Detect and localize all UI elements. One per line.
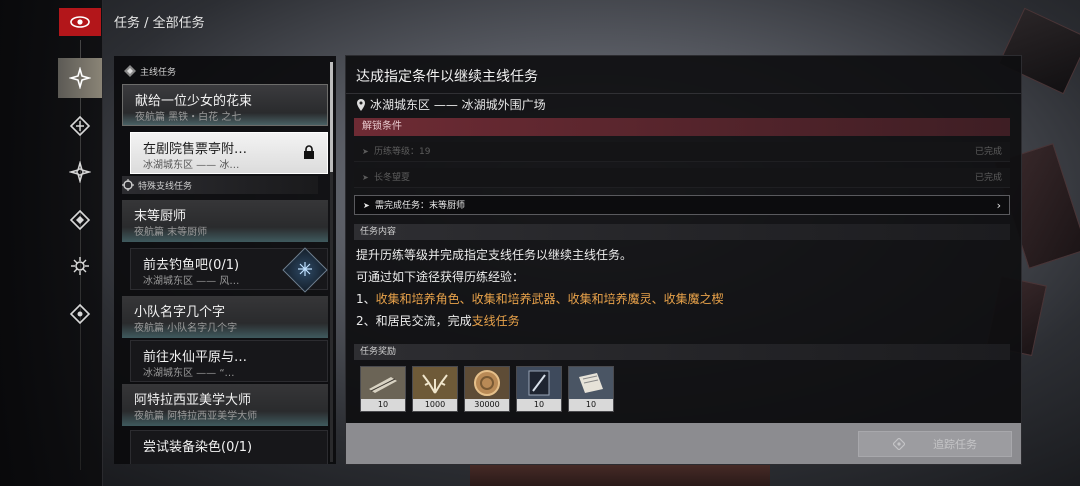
side-quest-header-label: 特殊支线任务 [138,181,193,192]
quest-subtitle: 夜航篇 末等厨师 [134,227,208,238]
quest-detail-title: 达成指定条件以继续主线任务 [356,69,538,85]
lock-icon [304,145,314,159]
reward-slot[interactable]: 10 [568,366,614,412]
quest-title: 小队名字几个字 [134,305,226,320]
quest-location-text: 冰湖城东区 —— 冰湖城外围广场 [370,98,546,112]
quest-subtitle: 夜航篇 黑铁・白花 之七 [135,112,242,123]
quest-title: 前往水仙平原与… [143,350,248,365]
condition-label: 历练等级：19 [374,147,431,157]
main-quest-header: 主线任务 [124,62,176,80]
condition-label: 长冬望夏 [374,173,411,183]
quest-subtitle: 夜航篇 小队名字几个字 [134,323,238,334]
reward-quantity: 1000 [413,399,457,411]
quest-item-side[interactable]: 阿特拉西亚美学大师 夜航篇 阿特拉西亚美学大师 [122,384,328,426]
quest-description-line: 可通过如下途径获得历练经验： [356,270,525,284]
main-quest-icon [124,65,136,77]
reward-quantity: 10 [569,399,613,411]
diamond-eye-icon[interactable] [58,294,102,334]
quest-list-panel: 主线任务 献给一位少女的花束 夜航篇 黑铁・白花 之七 在剧院售票亭附… 冰湖城… [114,56,336,464]
breadcrumb: 任务 / 全部任务 [114,16,205,31]
quest-subtitle: 冰湖城东区 —— 冰… [143,160,240,171]
detail-footer: 追踪任务 [346,423,1021,464]
quest-title: 末等厨师 [134,209,187,224]
side-navigation-rail [0,0,103,486]
side-quest-header: 特殊支线任务 [122,176,318,194]
main-quest-header-label: 主线任务 [140,67,177,78]
condition-status: 已完成 [974,147,1002,157]
quest-subtitle: 夜航篇 阿特拉西亚美学大师 [134,411,258,422]
quest-item-sub[interactable]: 尝试装备染色(0/1) [130,430,328,464]
quest-title: 前去钓鱼吧(0/1) [143,258,240,273]
antler-emblem-icon [413,367,457,399]
quest-title: 献给一位少女的花束 [135,94,253,109]
condition-label: 需完成任务：末等厨师 [375,201,466,211]
unlock-conditions-header: 解锁条件 [354,118,1010,136]
reward-slot[interactable]: 1000 [412,366,458,412]
quest-item-main[interactable]: 献给一位少女的花束 夜航篇 黑铁・白花 之七 [122,84,328,126]
reward-quantity: 10 [517,399,561,411]
compass-icon[interactable] [58,152,102,192]
quest-title: 在剧院售票亭附… [143,142,248,157]
track-quest-label: 追踪任务 [933,438,977,451]
condition-row: ➤ 历练等级：19 已完成 [354,142,1010,162]
quest-description-line: 2、和居民交流，完成支线任务 [356,312,520,329]
location-pin-icon [357,98,365,111]
quest-description-line: 提升历练等级并完成指定支线任务以继续主线任务。 [356,248,633,262]
quest-star-icon[interactable] [58,58,102,98]
diamond-icon[interactable] [58,200,102,240]
scrollbar-thumb[interactable] [330,62,333,172]
gold-coin-icon [465,367,509,399]
condition-arrow-icon: ➤ [362,173,369,182]
quest-reward-header: 任务奖励 [354,344,1010,360]
condition-row: ➤ 长冬望夏 已完成 [354,168,1010,188]
quest-title: 阿特拉西亚美学大师 [134,393,252,408]
condition-arrow-icon: ➤ [362,147,369,156]
condition-status: 已完成 [974,173,1002,183]
quest-subtitle: 冰湖城东区 —— “… [143,368,235,379]
side-quest-icon [122,179,134,191]
reward-quantity: 10 [361,399,405,411]
snowflake-icon [298,262,312,276]
track-diamond-icon [893,438,905,450]
quest-title: 尝试装备染色(0/1) [143,440,253,455]
quest-item-sub[interactable]: 前往水仙平原与… 冰湖城东区 —— “… [130,340,328,382]
quest-description-line: 1、收集和培养角色、收集和培养武器、收集和培养魔灵、收集魔之楔 [356,290,724,307]
chevron-right-icon: › [996,199,1001,212]
reward-slot[interactable]: 10 [360,366,406,412]
quest-detail-panel: 达成指定条件以继续主线任务 冰湖城东区 —— 冰湖城外围广场 解锁条件 ➤ 历练… [345,55,1022,465]
quest-content-header: 任务内容 [354,224,1010,240]
divider [346,93,1021,94]
scroll-item-icon [361,367,405,399]
condition-row-link[interactable]: ➤ 需完成任务：末等厨师 › [354,195,1010,215]
blade-card-icon [517,367,561,399]
quest-location: 冰湖城东区 —— 冰湖城外围广场 [356,96,546,113]
list-text: 2、和居民交流，完成 [356,314,472,328]
book-item-icon [569,367,613,399]
condition-arrow-icon: ➤ [363,201,370,210]
quest-item-selected[interactable]: 在剧院售票亭附… 冰湖城东区 —— 冰… [130,132,328,174]
gear-sun-icon[interactable] [58,246,102,286]
reward-slot[interactable]: 10 [516,366,562,412]
diamond-feather-icon[interactable] [58,106,102,146]
quest-item-sub[interactable]: 前去钓鱼吧(0/1) 冰湖城东区 —— 风… [130,247,328,293]
quest-list-scrollbar[interactable] [330,62,333,462]
quest-item-side[interactable]: 末等厨师 夜航篇 末等厨师 [122,200,328,242]
highlight-text: 收集和培养角色、收集和培养武器、收集和培养魔灵、收集魔之楔 [375,292,724,306]
track-quest-button[interactable]: 追踪任务 [858,431,1012,457]
eye-logo-icon[interactable] [59,8,101,36]
list-number: 1、 [356,292,376,306]
side-quest-link[interactable]: 支线任务 [472,314,520,328]
quest-subtitle: 冰湖城东区 —— 风… [143,276,240,287]
reward-quantity: 30000 [465,399,509,411]
reward-slot[interactable]: 30000 [464,366,510,412]
quest-item-side[interactable]: 小队名字几个字 夜航篇 小队名字几个字 [122,296,328,338]
